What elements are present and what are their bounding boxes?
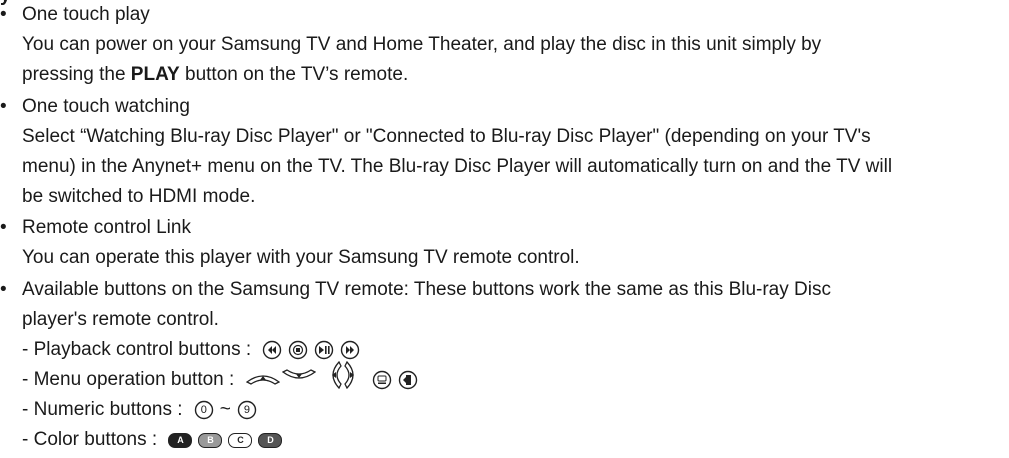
fast-forward-button-icon [340, 340, 360, 360]
right-arrow-button-icon [343, 360, 360, 399]
description-line: player's remote control. [22, 309, 219, 330]
icon-group [245, 360, 418, 399]
list-item-one-touch-watching: • One touch watching Select “Watching Bl… [0, 92, 1000, 212]
sub-item-numeric-buttons: - Numeric buttons : 0 ~ 9 [22, 395, 257, 425]
sub-item-menu-operation-button: - Menu operation button : [22, 360, 418, 395]
description-line: You can power on your Samsung TV and Hom… [22, 34, 822, 55]
item-description: Select “Watching Blu-ray Disc Player" or… [22, 122, 997, 212]
sub-item-label: - Menu operation button : [22, 369, 240, 390]
color-button-b-icon: B [198, 432, 223, 448]
sub-item-label: - Color buttons : [22, 429, 163, 450]
play-pause-button-icon [314, 340, 334, 360]
left-arrow-button-icon [326, 360, 342, 399]
digit: 9 [243, 404, 250, 416]
range-tilde: ~ [219, 399, 231, 420]
rewind-button-icon [262, 340, 282, 360]
number-nine-button-icon: 9 [237, 400, 257, 420]
digit: 0 [200, 404, 207, 416]
icon-group [262, 340, 360, 360]
description-line: Select “Watching Blu-ray Disc Player" or… [22, 126, 871, 147]
item-title: Available buttons on the Samsung TV remo… [22, 279, 831, 300]
color-button-a-icon: A [168, 432, 193, 448]
bullet: • [0, 279, 7, 300]
play-button-name: PLAY [130, 64, 180, 85]
sub-item-color-buttons: - Color buttons : A B C D [22, 425, 283, 455]
number-zero-button-icon: 0 [194, 400, 214, 420]
color-button-c-icon: C [228, 432, 253, 448]
return-button-icon [398, 370, 418, 390]
document-page: y • One touch play You can power on your… [0, 0, 1009, 458]
description-line: You can operate this player with your Sa… [22, 247, 580, 268]
list-item-available-buttons: • Available buttons on the Samsung TV re… [0, 275, 1000, 335]
icon-group: 0 ~ 9 [194, 395, 257, 425]
sub-item-label: - Playback control buttons : [22, 339, 257, 360]
item-title: One touch watching [22, 96, 190, 117]
text-run: pressing the [22, 64, 131, 85]
item-title: One touch play [22, 4, 150, 25]
description-line: pressing the PLAY button on the TV’s rem… [22, 60, 997, 90]
item-description: You can power on your Samsung TV and Hom… [22, 30, 997, 90]
stop-button-icon [288, 340, 308, 360]
item-description: player's remote control. [22, 305, 997, 335]
up-arrow-button-icon [245, 365, 280, 395]
description-line: menu) in the Anynet+ menu on the TV. The… [22, 156, 893, 177]
color-button-d-icon: D [258, 432, 283, 448]
item-description: You can operate this player with your Sa… [22, 243, 997, 273]
item-title: Remote control Link [22, 217, 191, 238]
description-line: be switched to HDMI mode. [22, 186, 256, 207]
enter-button-icon [372, 370, 392, 390]
list-item-remote-control-link: • Remote control Link You can operate th… [0, 213, 1000, 273]
down-arrow-button-icon [281, 365, 316, 395]
bullet: • [0, 4, 7, 25]
sub-item-label: - Numeric buttons : [22, 399, 188, 420]
text-run: button on the TV’s remote. [179, 64, 409, 85]
bullet: • [0, 217, 7, 238]
bullet: • [0, 96, 7, 117]
list-item-one-touch-play: • One touch play You can power on your S… [0, 0, 1000, 90]
icon-group: A B C D [168, 432, 283, 448]
